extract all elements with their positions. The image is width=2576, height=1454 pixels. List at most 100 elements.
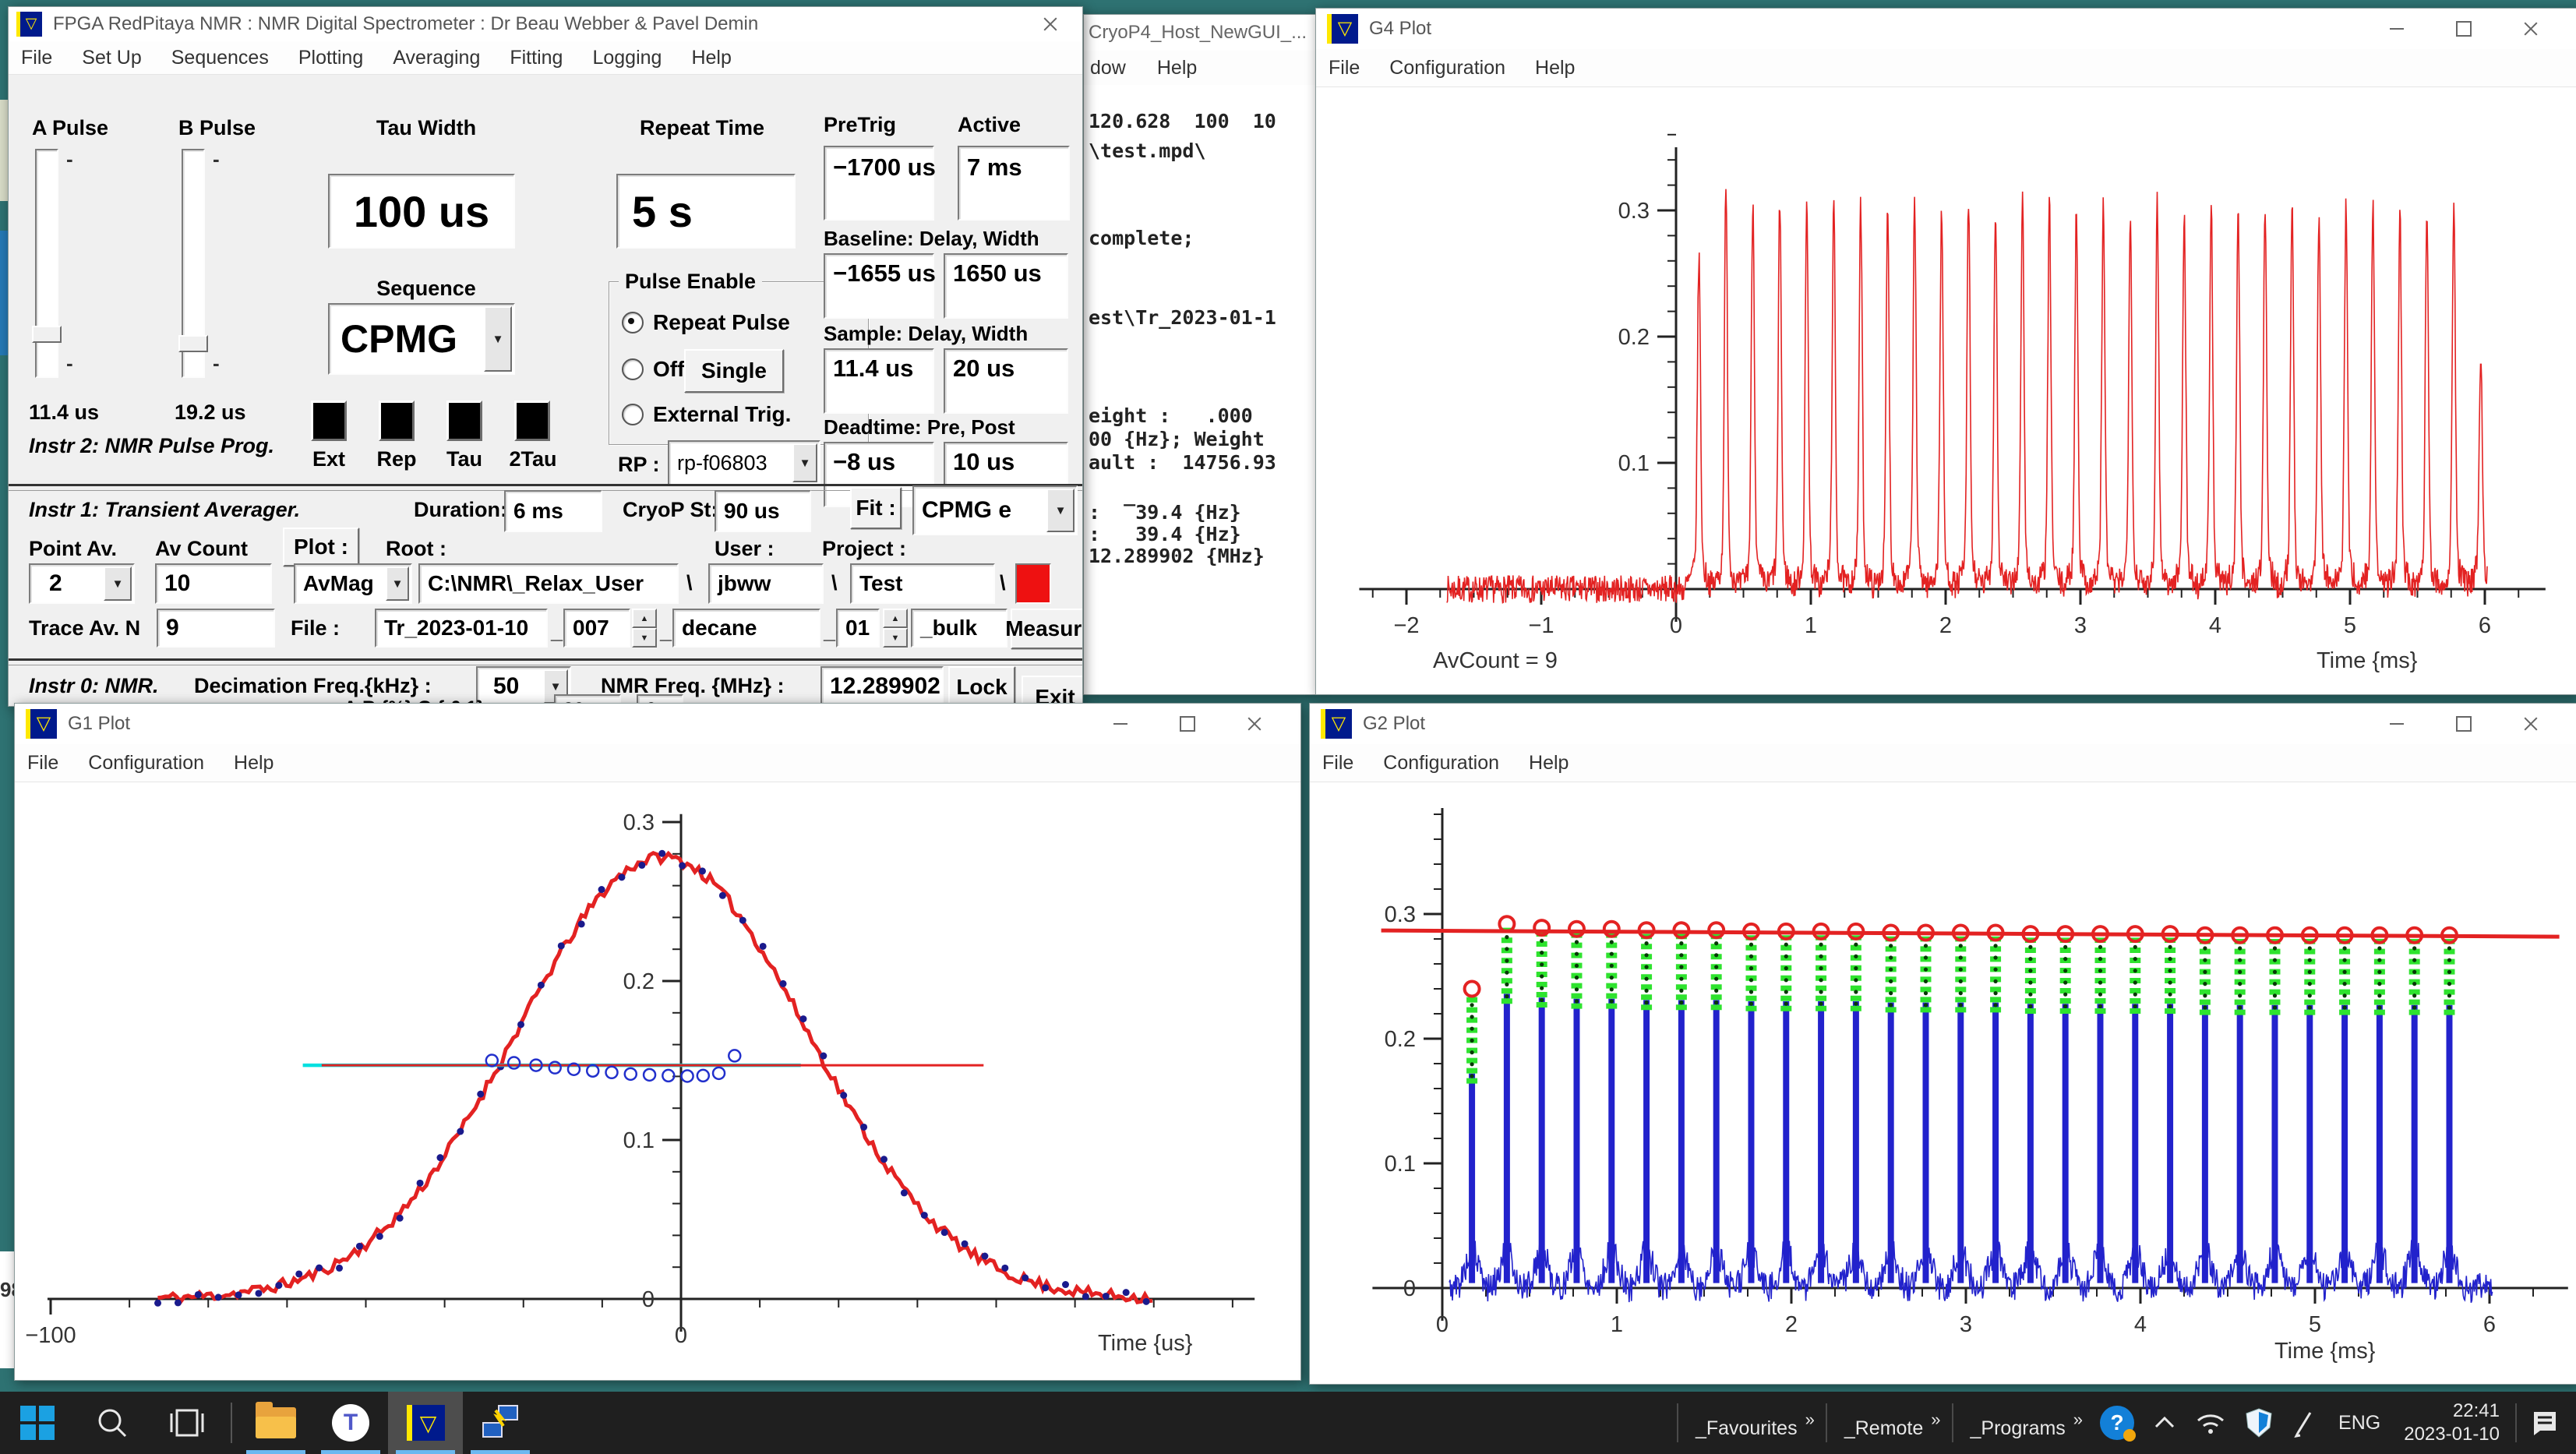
dropdown-arrow-icon[interactable]: ▼ [386,566,409,601]
svg-text:−1: −1 [1528,613,1554,638]
spin-down-icon[interactable]: ▼ [883,628,908,648]
svg-text:−2: −2 [1393,613,1419,638]
menu-item-averaging[interactable]: Averaging [393,47,480,69]
svg-text:5: 5 [2344,613,2356,638]
help-icon: ? [2100,1406,2134,1440]
toolbar-programs[interactable]: _Programs» [1957,1406,2091,1440]
pulse-enable-label: Pulse Enable [619,270,762,294]
duration-field[interactable]: 6 ms [504,490,602,532]
file-num2-field[interactable]: 01 [836,609,880,648]
remote-app-button[interactable] [463,1392,538,1454]
b-pulse-slider-handle[interactable] [178,335,208,352]
dropdown-arrow-icon[interactable]: ▼ [792,443,817,482]
exit-button[interactable]: Exit [1022,676,1083,707]
av-count-field[interactable]: 10 [155,563,272,604]
menu-item-help[interactable]: Help [691,47,731,69]
menu-item-logging[interactable]: Logging [592,47,662,69]
sequence-select[interactable]: CPMG▼ [328,303,515,375]
radio-external-trig[interactable]: External Trig. [622,402,791,427]
radio-repeat-pulse[interactable]: Repeat Pulse [622,310,790,335]
repeat-time-field[interactable]: 5 s [616,174,796,249]
file-base-field[interactable]: Tr_2023-01-10 [375,609,548,648]
project-color-button[interactable] [1015,563,1051,604]
point-av-select[interactable]: 2▼ [29,563,135,604]
baseline-delay-field[interactable]: −1655 us [824,253,934,319]
menu-item-set-up[interactable]: Set Up [82,47,141,69]
active-field[interactable]: 7 ms [958,146,1070,221]
file-explorer-button[interactable] [238,1392,313,1454]
fit-select[interactable]: CPMG e▼ [912,485,1078,535]
toolbar-favourites[interactable]: _Favourites» [1681,1406,1823,1440]
notification-center-button[interactable] [2529,1407,2560,1438]
start-button[interactable] [0,1392,75,1454]
file-suffix-field[interactable]: _bulk [911,609,1007,648]
a-pulse-slider-handle[interactable] [32,326,62,343]
b-pulse-slider[interactable] [182,149,205,378]
svg-text:0.2: 0.2 [1618,325,1650,350]
dropdown-arrow-icon[interactable]: ▼ [104,566,132,601]
plot-mode-select[interactable]: AvMag▼ [294,563,412,604]
close-button[interactable] [1039,12,1062,36]
help-tray-button[interactable]: ? [2100,1406,2134,1440]
project-field[interactable]: Test [850,563,995,604]
file-num-spinner[interactable]: ▲▼ [632,609,657,648]
pen-tray-button[interactable] [2292,1408,2318,1438]
spin-down-icon[interactable]: ▼ [632,628,657,648]
trace-av-field[interactable]: 9 [157,609,275,648]
measure-button[interactable]: Measure [1011,609,1083,649]
fit-button[interactable]: Fit : [850,487,902,529]
lock-button[interactable]: Lock [948,666,1015,707]
svg-text:Time {ms}: Time {ms} [2274,1339,2376,1364]
radio-off[interactable]: Off [622,357,684,382]
user-field[interactable]: jbww [708,563,824,604]
tau-width-field[interactable]: 100 us [328,174,515,249]
rp-label: RP : [618,453,660,477]
network-tray-button[interactable] [2195,1410,2226,1436]
plot-button[interactable]: Plot : [283,528,359,566]
security-tray-button[interactable] [2245,1407,2273,1438]
sample-delay-field[interactable]: 11.4 us [824,348,934,414]
file-sep: _ [824,619,835,644]
tray-expand-button[interactable] [2153,1414,2176,1431]
baseline-width-field[interactable]: 1650 us [944,253,1068,319]
clock[interactable]: 22:41 2023-01-10 [2404,1399,2500,1446]
task-view-button[interactable] [150,1392,224,1454]
file-num2-spinner[interactable]: ▲▼ [883,609,908,648]
dropdown-arrow-icon[interactable]: ▼ [484,306,512,372]
spin-up-icon[interactable]: ▲ [883,609,908,628]
rp-select[interactable]: rp-f06803▼ [668,440,820,485]
chevron-right-icon[interactable]: » [1931,1410,1940,1430]
toolbar-remote[interactable]: _Remote» [1830,1406,1949,1440]
dropdown-arrow-icon[interactable]: ▼ [1046,489,1075,532]
menu-item-fitting[interactable]: Fitting [510,47,563,69]
menu-item-window-fragment[interactable]: dow [1090,57,1126,79]
menu-item-plotting[interactable]: Plotting [298,47,363,69]
repeat-time-label: Repeat Time [609,116,796,140]
nmr-app-button[interactable]: ▽ [388,1392,463,1454]
svg-text:0: 0 [1436,1312,1449,1337]
single-button[interactable]: Single [684,349,784,393]
teams-button[interactable]: T [313,1392,388,1454]
pretrig-field[interactable]: −1700 us [824,146,934,221]
root-field[interactable]: C:\NMR\_Relax_User [418,563,679,604]
cryop-st-field[interactable]: 90 us [715,490,811,532]
menu-item-sequences[interactable]: Sequences [171,47,269,69]
nmr-freq-field[interactable]: 12.289902 [820,666,944,707]
svg-text:0.2: 0.2 [1385,1027,1416,1052]
menu-item-file[interactable]: File [21,47,52,69]
menu-item-help[interactable]: Help [1157,57,1197,79]
language-indicator[interactable]: ENG [2338,1412,2380,1435]
titlebar[interactable]: ▽ FPGA RedPitaya NMR : NMR Digital Spect… [9,7,1082,42]
search-button[interactable] [75,1392,150,1454]
chevron-right-icon[interactable]: » [2073,1410,2083,1430]
slider-tick: - [213,147,220,171]
instr2-label: Instr 2: NMR Pulse Prog. [29,434,274,458]
a-pulse-slider[interactable] [35,149,58,378]
titlebar[interactable]: CryoP4_Host_NewGUI_... [1084,15,1316,51]
chevron-right-icon[interactable]: » [1805,1410,1815,1430]
sample-width-field[interactable]: 20 us [944,348,1068,414]
svg-text:0.2: 0.2 [623,969,655,994]
spin-up-icon[interactable]: ▲ [632,609,657,628]
file-num-field[interactable]: 007 [563,609,630,648]
file-sample-field[interactable]: decane [672,609,820,648]
